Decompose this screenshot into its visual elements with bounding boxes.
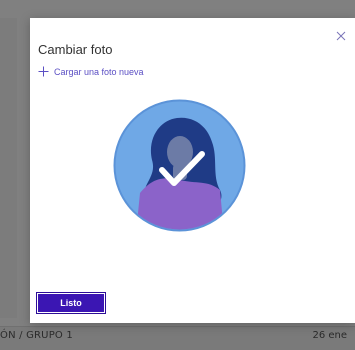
done-button[interactable]: Listo: [36, 292, 106, 314]
avatar-preview: [113, 99, 246, 232]
background-panel-edge: [0, 18, 17, 318]
change-photo-dialog: Cambiar foto Cargar una foto nueva Listo: [30, 18, 355, 323]
close-icon[interactable]: [335, 30, 347, 42]
plus-icon: [38, 66, 49, 77]
background-row-label: ÓN / GRUPO 1: [0, 330, 73, 341]
upload-new-photo-label: Cargar una foto nueva: [54, 66, 144, 77]
upload-new-photo-link[interactable]: Cargar una foto nueva: [38, 66, 144, 77]
dialog-title: Cambiar foto: [38, 42, 113, 57]
background-row-date: 26 ene: [312, 330, 347, 341]
